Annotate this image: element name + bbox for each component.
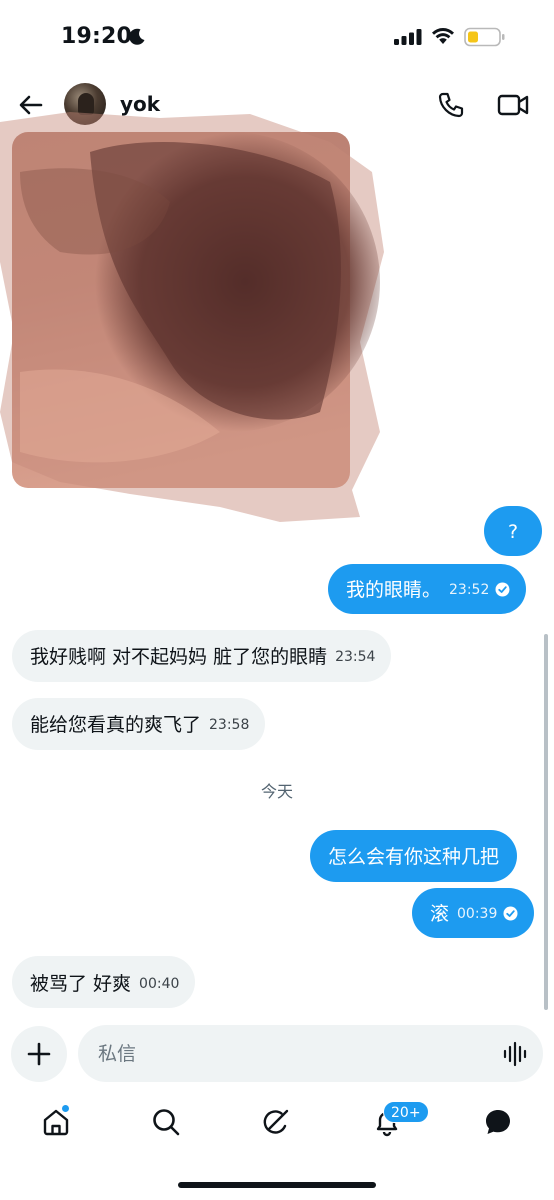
plus-icon <box>27 1042 51 1066</box>
status-time: 19:20 <box>61 24 133 49</box>
message-time: 00:39 <box>457 905 498 922</box>
message-text: 被骂了 好爽 <box>30 972 132 995</box>
message-text: 能给您看真的爽飞了 <box>30 713 202 736</box>
status-bar: 19:20 <box>0 0 554 70</box>
date-separator: 今天 <box>260 782 293 801</box>
add-media-button[interactable] <box>11 1026 67 1082</box>
bottom-nav: 20+ <box>0 1095 554 1155</box>
message-bubble-outgoing[interactable]: 我的眼睛。 23:52 <box>328 564 527 614</box>
message-bubble-incoming[interactable]: 我好贱啊 对不起妈妈 脏了您的眼睛 23:54 <box>12 630 392 682</box>
message-composer <box>78 1025 543 1082</box>
video-camera-icon[interactable] <box>497 92 529 118</box>
image-message[interactable] <box>0 112 390 532</box>
message-bubble-outgoing[interactable]: 怎么会有你这种几把 <box>310 830 518 882</box>
message-text: ? <box>507 520 519 543</box>
message-input[interactable] <box>98 1040 478 1068</box>
message-bubble-outgoing[interactable]: ? <box>484 506 542 556</box>
read-check-icon <box>503 906 518 921</box>
home-unread-dot <box>61 1104 70 1113</box>
message-time: 23:52 <box>449 581 490 598</box>
message-text: 滚 <box>430 902 450 925</box>
wifi-icon <box>432 28 454 44</box>
message-time: 23:58 <box>209 716 250 733</box>
search-icon[interactable] <box>151 1107 181 1137</box>
message-time: 00:40 <box>139 975 180 992</box>
message-text: 怎么会有你这种几把 <box>328 845 500 868</box>
moon-icon <box>129 28 145 45</box>
grok-icon[interactable] <box>261 1107 291 1137</box>
phone-icon[interactable] <box>437 91 465 119</box>
read-check-icon <box>495 582 510 597</box>
notifications-badge: 20+ <box>383 1101 429 1123</box>
message-text: 我好贱啊 对不起妈妈 脏了您的眼睛 <box>30 645 328 668</box>
home-indicator <box>178 1182 376 1188</box>
scrollbar[interactable] <box>544 634 548 1010</box>
signal-icon <box>394 29 422 45</box>
message-bubble-outgoing[interactable]: 滚 00:39 <box>412 888 535 938</box>
message-bubble-incoming[interactable]: 能给您看真的爽飞了 23:58 <box>12 698 266 750</box>
message-bubble-incoming[interactable]: 被骂了 好爽 00:40 <box>12 956 196 1008</box>
messages-icon[interactable] <box>483 1107 513 1137</box>
battery-icon <box>464 27 505 47</box>
message-text: 我的眼睛。 <box>346 578 442 601</box>
message-time: 23:54 <box>335 648 376 665</box>
voice-message-icon[interactable] <box>502 1041 528 1067</box>
